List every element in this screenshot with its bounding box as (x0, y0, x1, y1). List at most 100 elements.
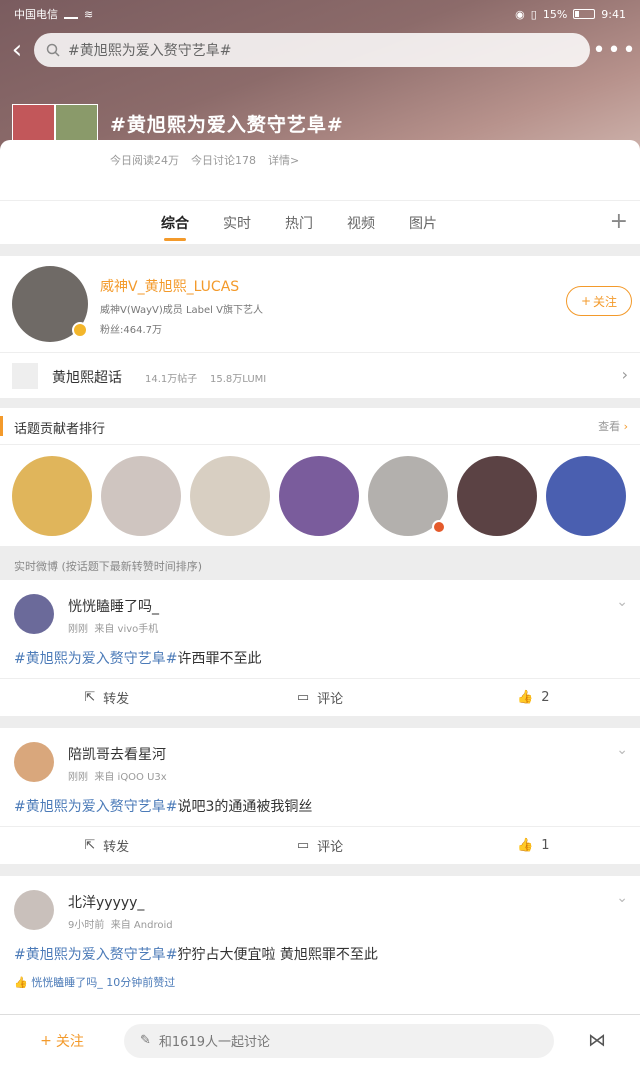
super-topic-label: 黄旭熙超话 (52, 370, 122, 386)
contributor-avatar[interactable] (101, 456, 181, 536)
post-hashtag[interactable]: #黄旭熙为爱入赘守艺阜# (14, 947, 177, 963)
search-icon (46, 43, 60, 57)
plus-icon: + (40, 1032, 52, 1049)
post-meta: 刚刚 来自 vivo手机 (68, 620, 158, 635)
post-text: #黄旭熙为爱入赘守艺阜#狞狞占大便宜啦 黄旭熙罪不至此 (14, 944, 378, 964)
post-avatar[interactable] (14, 594, 54, 634)
super-topic-lumi: 15.8万LUMI (210, 374, 267, 385)
signal-icon (64, 9, 78, 19)
share-icon: ⇱ (84, 838, 96, 853)
like-count: 1 (541, 838, 550, 853)
ranking-title: 话题贡献者排行 (14, 422, 106, 437)
battery-icon (573, 9, 596, 19)
liked-by-row[interactable]: 👍 恍恍瞌睡了吗_ 10分钟前赞过 (14, 974, 175, 990)
follow-button[interactable]: + 关注 (566, 286, 632, 316)
post-avatar[interactable] (14, 742, 54, 782)
bottom-follow-button[interactable]: + 关注 (0, 1031, 124, 1051)
thumbs-up-icon: 👍 (517, 690, 534, 705)
comment-label: 评论 (317, 840, 344, 855)
verified-badge-icon (432, 520, 446, 534)
contributor-avatar[interactable] (190, 456, 270, 536)
comment-button[interactable]: ▭ 评论 (213, 836, 426, 855)
liked-by-text: 恍恍瞌睡了吗_ 10分钟前赞过 (31, 976, 176, 989)
forward-label: 转发 (103, 692, 130, 707)
follow-label: 关注 (593, 294, 618, 309)
post-username[interactable]: 恍恍瞌睡了吗_ (68, 596, 159, 616)
verified-badge-icon (72, 322, 88, 338)
contributor-avatar[interactable] (546, 456, 626, 536)
like-button[interactable]: 👍 2 (427, 690, 640, 705)
add-tab-icon[interactable]: + (610, 209, 628, 234)
contributor-avatar[interactable] (279, 456, 359, 536)
share-icon[interactable]: ⋈ (554, 1030, 640, 1051)
post-time: 刚刚 (68, 772, 88, 783)
search-input[interactable]: #黄旭熙为爱入赘守艺阜# (34, 33, 590, 67)
thumbs-up-icon: 👍 (14, 976, 28, 989)
comment-icon: ▭ (296, 690, 310, 705)
bottom-follow-label: 关注 (55, 1033, 84, 1050)
post-body: 说吧3的通通被我铜丝 (177, 799, 313, 815)
post-card[interactable]: 北洋yyyyy_ 9小时前 来自 Android ⌄ #黄旭熙为爱入赘守艺阜#狞… (0, 876, 640, 1014)
post-username[interactable]: 陪凯哥去看星河 (68, 744, 166, 764)
super-topic-posts: 14.1万帖子 (145, 374, 198, 385)
topic-page: 中国电信 ≋ ◉ ▯ 15% 9:41 ‹ #黄旭熙为爱入赘守艺阜# ••• #… (0, 0, 640, 1066)
chevron-right-icon: › (621, 365, 628, 384)
topic-stats: 今日阅读24万 今日讨论178 详情> (110, 152, 299, 168)
tab-comprehensive[interactable]: 综合 (144, 213, 206, 241)
contributor-avatar[interactable] (12, 456, 92, 536)
profile-fans: 粉丝:464.7万 (100, 325, 162, 336)
discussion-input[interactable]: ✎ 和1619人一起讨论 (124, 1023, 554, 1058)
ranking-view-link[interactable]: 查看 › (598, 418, 628, 434)
post-actions: ⇱ 转发 ▭ 评论 👍 2 (0, 678, 640, 716)
post-text: #黄旭熙为爱入赘守艺阜#许西罪不至此 (14, 648, 261, 668)
profile-card[interactable]: 威神V_黄旭熙_LUCAS 威神V(WayV)成员 Label V旗下艺人 粉丝… (0, 256, 640, 352)
post-avatar[interactable] (14, 890, 54, 930)
like-count: 2 (541, 690, 550, 705)
tab-realtime[interactable]: 实时 (206, 213, 268, 233)
back-button[interactable]: ‹ (0, 32, 34, 68)
post-actions: ⇱ 转发 ▭ 评论 👍 1 (0, 826, 640, 864)
like-button[interactable]: 👍 1 (427, 838, 640, 853)
detail-link[interactable]: 详情> (268, 152, 299, 168)
super-topic-icon (12, 363, 38, 389)
chevron-down-icon[interactable]: ⌄ (616, 594, 628, 610)
post-card[interactable]: 恍恍瞌睡了吗_ 刚刚 来自 vivo手机 ⌄ #黄旭熙为爱入赘守艺阜#许西罪不至… (0, 580, 640, 716)
thumbs-up-icon: 👍 (517, 838, 534, 853)
clock: 9:41 (601, 7, 626, 21)
post-hashtag[interactable]: #黄旭熙为爱入赘守艺阜# (14, 651, 177, 667)
tab-video[interactable]: 视频 (330, 213, 392, 233)
forward-button[interactable]: ⇱ 转发 (0, 688, 213, 707)
vibrate-icon: ▯ (530, 7, 537, 21)
contributor-avatar[interactable] (457, 456, 537, 536)
post-hashtag[interactable]: #黄旭熙为爱入赘守艺阜# (14, 799, 177, 815)
post-body: 狞狞占大便宜啦 黄旭熙罪不至此 (177, 947, 378, 963)
chevron-down-icon[interactable]: ⌄ (616, 742, 628, 758)
post-card[interactable]: 陪凯哥去看星河 刚刚 来自 iQOO U3x ⌄ #黄旭熙为爱入赘守艺阜#说吧3… (0, 728, 640, 864)
wifi-icon: ≋ (84, 7, 94, 21)
forward-button[interactable]: ⇱ 转发 (0, 836, 213, 855)
discussion-placeholder: 和1619人一起讨论 (158, 1035, 270, 1050)
discuss-count: 今日讨论178 (191, 154, 256, 167)
comment-label: 评论 (317, 692, 344, 707)
forward-label: 转发 (103, 840, 130, 855)
top-bar: ‹ #黄旭熙为爱入赘守艺阜# ••• (0, 32, 640, 68)
more-options-button[interactable]: ••• (590, 38, 640, 63)
status-bar: 中国电信 ≋ ◉ ▯ 15% 9:41 (0, 0, 640, 28)
chevron-left-icon: ‹ (11, 35, 23, 65)
post-meta: 刚刚 来自 iQOO U3x (68, 768, 167, 783)
super-topic-row[interactable]: 黄旭熙超话 14.1万帖子 15.8万LUMI › (0, 352, 640, 398)
comment-icon: ▭ (296, 838, 310, 853)
tab-hot[interactable]: 热门 (268, 213, 330, 233)
topic-title: #黄旭熙为爱入赘守艺阜# (110, 114, 344, 136)
tab-images[interactable]: 图片 (392, 213, 454, 233)
chevron-down-icon[interactable]: ⌄ (616, 890, 628, 906)
share-icon: ⇱ (84, 690, 96, 705)
bottom-bar: + 关注 ✎ 和1619人一起讨论 ⋈ (0, 1014, 640, 1066)
post-time: 9小时前 (68, 920, 105, 931)
post-source: 来自 iQOO U3x (94, 772, 167, 783)
eye-icon: ◉ (515, 7, 525, 21)
post-source: 来自 Android (110, 920, 173, 931)
comment-button[interactable]: ▭ 评论 (213, 688, 426, 707)
post-username[interactable]: 北洋yyyyy_ (68, 892, 144, 912)
post-time: 刚刚 (68, 624, 88, 635)
